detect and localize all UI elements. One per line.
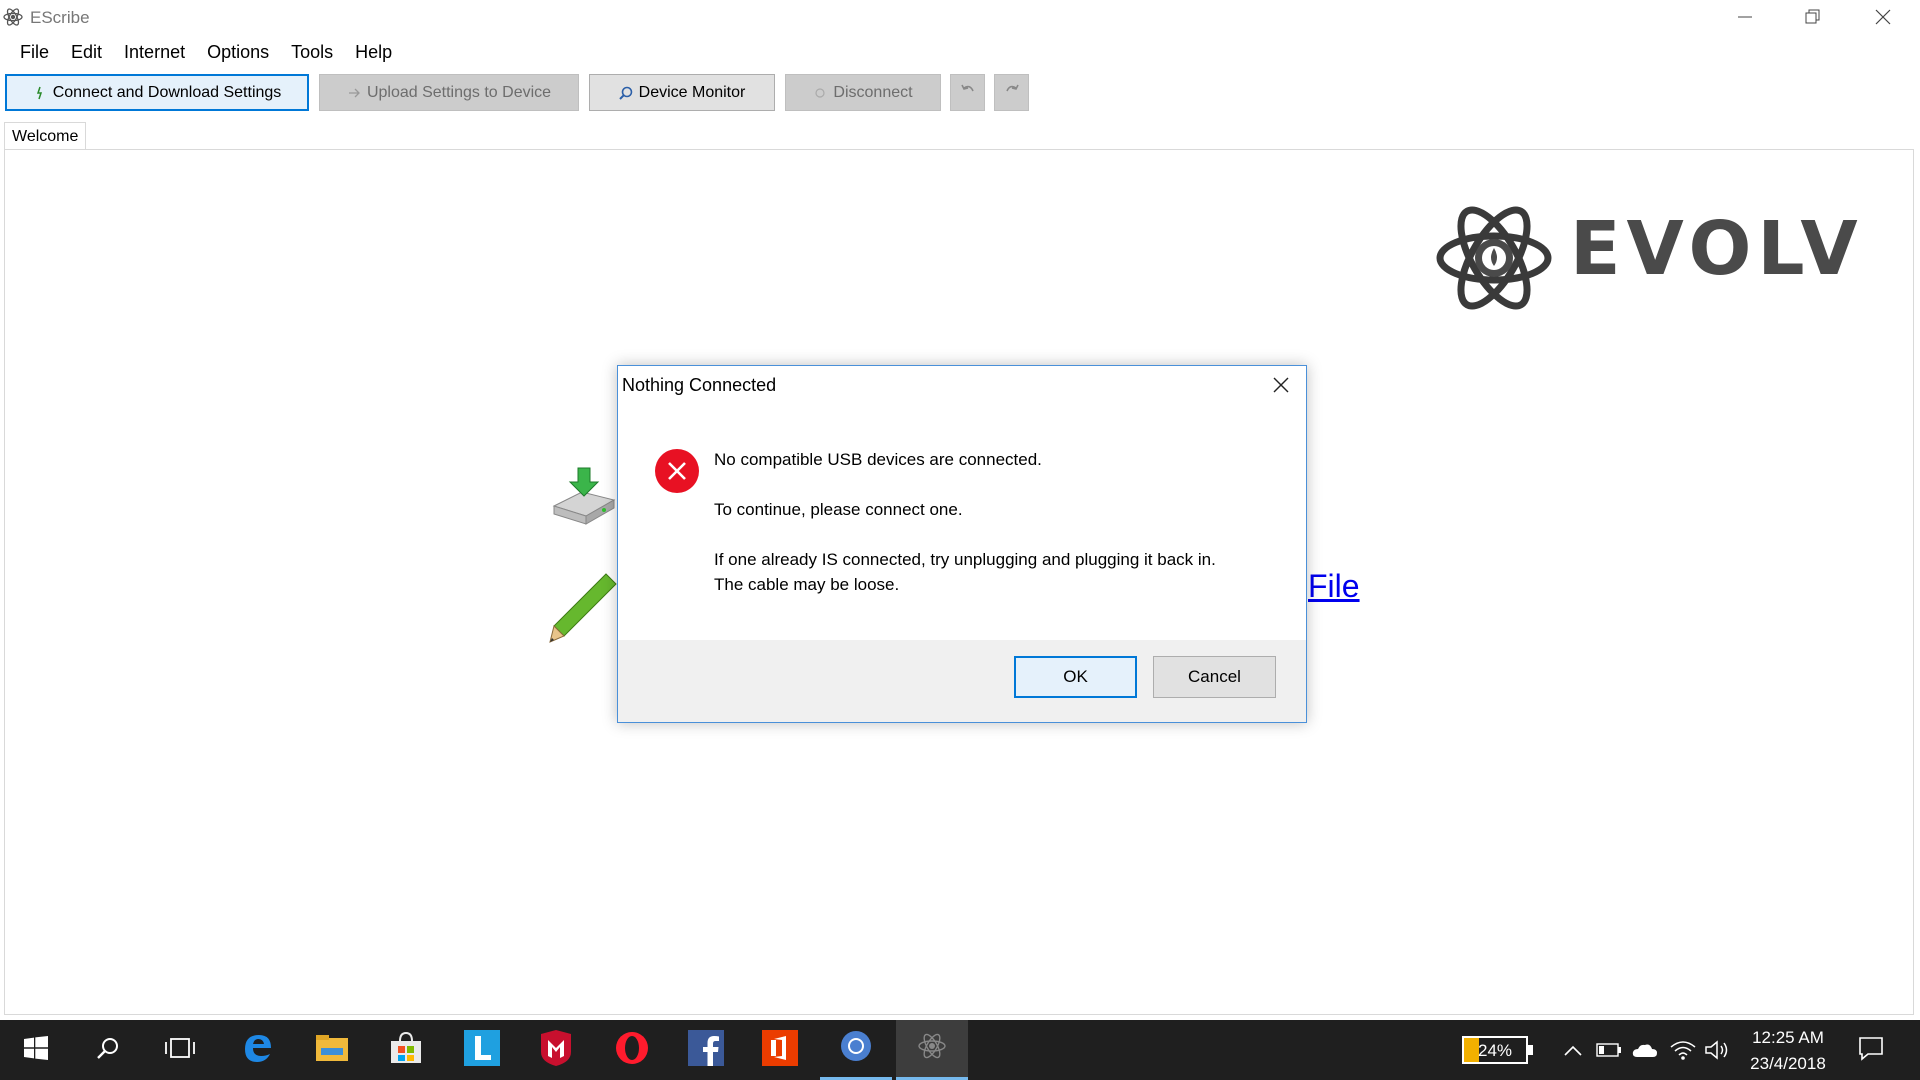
taskbar-escribe[interactable] [896,1020,968,1080]
close-icon [1875,9,1891,25]
menu-file[interactable]: File [20,38,49,68]
clock-date[interactable]: 23/4/2018 [1740,1054,1836,1074]
menu-internet[interactable]: Internet [124,38,185,68]
evolv-atom-icon [1436,206,1552,310]
device-monitor-button[interactable]: Device Monitor [589,74,775,111]
battery-indicator[interactable]: 24% [1462,1036,1533,1064]
dialog-close-button[interactable] [1266,372,1296,402]
show-hidden-icons-icon[interactable] [1560,1038,1586,1062]
dialog-message-line2: To continue, please connect one. [714,500,963,519]
menu-help[interactable]: Help [355,38,392,68]
escribe-icon [916,1030,948,1067]
power-icon[interactable] [1596,1038,1622,1062]
dialog-message-line1: No compatible USB devices are connected. [714,450,1042,469]
cancel-button[interactable]: Cancel [1153,656,1276,698]
search-button[interactable] [72,1020,144,1080]
l-app-icon [464,1029,500,1071]
magnifier-icon [618,86,633,100]
search-icon [96,1036,120,1065]
title-bar: EScribe [0,0,1920,36]
close-button[interactable] [1848,0,1918,34]
upload-settings-button[interactable]: Upload Settings to Device [319,74,579,111]
start-icon [24,1035,48,1065]
menu-tools[interactable]: Tools [291,38,333,68]
menu-options[interactable]: Options [207,38,269,68]
atom-icon [2,6,24,28]
menu-bar: File Edit Internet Options Tools Help [0,38,394,68]
redo-button[interactable] [994,74,1029,111]
taskbar-chrome[interactable] [820,1020,892,1080]
file-explorer-icon [315,1034,349,1067]
menu-edit[interactable]: Edit [71,38,102,68]
clock-time[interactable]: 12:25 AM [1746,1028,1830,1048]
toolbar: Connect and Download Settings Upload Set… [0,74,1920,112]
taskbar-file-explorer[interactable] [296,1020,368,1080]
close-icon [1273,377,1289,398]
pencil-icon[interactable] [548,572,618,644]
open-file-link[interactable]: File [1308,568,1360,605]
mcafee-icon [539,1029,573,1071]
task-view-icon [165,1037,195,1064]
store-icon [389,1031,423,1070]
dialog-message-line4: The cable may be loose. [714,575,900,594]
redo-icon [1004,82,1020,103]
window-title: EScribe [30,8,90,27]
connect-download-label: Connect and Download Settings [52,83,282,101]
taskbar-l-app[interactable] [446,1020,518,1080]
onedrive-icon[interactable] [1632,1038,1658,1062]
dialog-button-bar: OK Cancel [618,640,1306,722]
taskbar: 24% 12:25 AM 23/4/2018 [0,1020,1920,1080]
restore-icon [1805,9,1821,25]
battery-percent: 24% [1477,1041,1513,1060]
undo-icon [960,82,976,103]
disconnect-button[interactable]: Disconnect [785,74,941,111]
brand-name: EVOLV [1570,206,1864,292]
evolv-logo: EVOLV [1434,190,1874,330]
minimize-button[interactable] [1710,0,1780,34]
taskbar-edge[interactable] [222,1020,294,1080]
ok-button[interactable]: OK [1014,656,1137,698]
wifi-icon[interactable] [1670,1038,1696,1062]
volume-icon[interactable] [1704,1038,1730,1062]
action-center-icon[interactable] [1858,1036,1884,1061]
download-drive-icon[interactable] [548,466,618,528]
disconnect-label: Disconnect [833,83,913,101]
opera-icon [615,1031,649,1070]
upload-icon [347,86,361,100]
undo-button[interactable] [950,74,985,111]
taskbar-facebook[interactable] [670,1020,742,1080]
taskbar-office[interactable] [744,1020,816,1080]
taskbar-mcafee[interactable] [520,1020,592,1080]
edge-icon [242,1032,274,1069]
battery-nub [1528,1045,1533,1055]
minimize-icon [1738,10,1752,24]
upload-settings-label: Upload Settings to Device [366,83,552,101]
tab-welcome[interactable]: Welcome [4,122,87,150]
connect-download-button[interactable]: Connect and Download Settings [5,74,309,111]
dialog-title: Nothing Connected [622,375,777,395]
facebook-icon [688,1029,724,1071]
restore-button[interactable] [1778,0,1848,34]
office-icon [762,1029,798,1071]
error-icon [654,448,700,494]
taskbar-store[interactable] [370,1020,442,1080]
task-view-button[interactable] [144,1020,216,1080]
plug-icon [33,86,47,100]
nothing-connected-dialog: Nothing Connected No compatible USB devi… [617,365,1307,723]
unplug-icon [813,86,827,100]
device-monitor-label: Device Monitor [638,83,746,101]
dialog-message-line3: If one already IS connected, try unplugg… [714,550,1216,569]
taskbar-opera[interactable] [596,1020,668,1080]
start-button[interactable] [0,1020,72,1080]
chrome-icon [840,1030,872,1067]
